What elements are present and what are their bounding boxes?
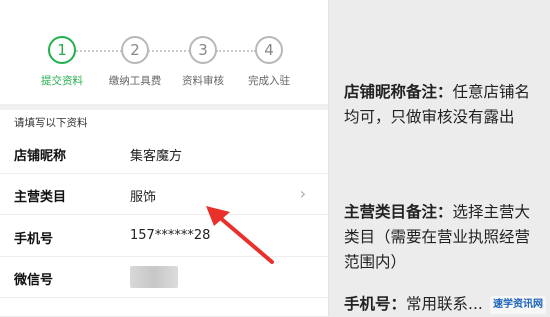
note-main-category: 主营类目备注：选择主营大类目（需要在营业执照经营范围内） [344,200,544,275]
note-title: 手机号： [344,295,407,313]
annotation-arrow [206,206,274,264]
note-title: 主营类目备注： [344,203,453,221]
arrow-shaft [216,214,274,264]
note-shop-nickname: 店铺昵称备注：任意店铺名均可，只做审核没有露出 [344,80,544,130]
site-watermark: 速学资讯网 [490,296,546,314]
note-body: 常用联系... [406,295,483,313]
note-title: 店铺昵称备注： [344,83,453,101]
